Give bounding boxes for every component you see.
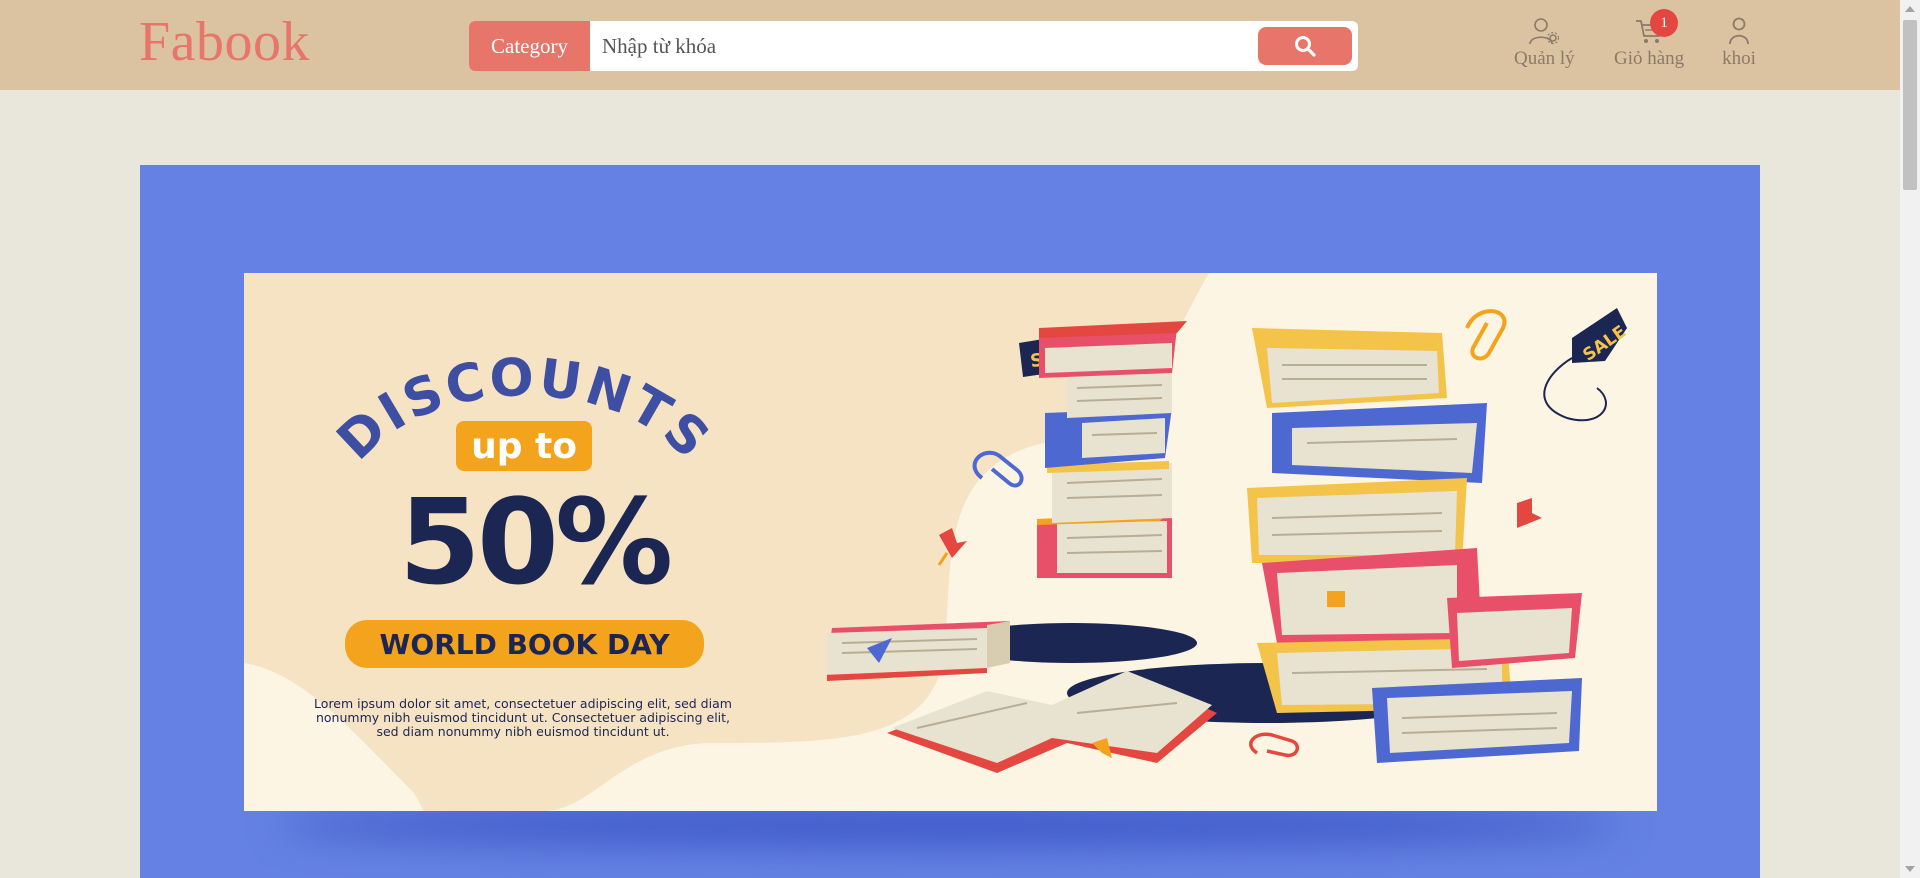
search-input[interactable] bbox=[590, 21, 1206, 71]
top-navbar: Fabook Category Quản lý 1 bbox=[0, 0, 1900, 90]
user-icon bbox=[1729, 17, 1749, 45]
sale-tag-icon: SALE bbox=[1543, 308, 1630, 422]
page-scrollbar[interactable] bbox=[1900, 0, 1920, 878]
admin-link[interactable]: Quản lý bbox=[1514, 16, 1575, 70]
search-icon bbox=[1295, 36, 1316, 57]
scroll-thumb[interactable] bbox=[1903, 20, 1917, 190]
paperclip-icon bbox=[1465, 309, 1507, 361]
search-bar: Category bbox=[469, 21, 1358, 71]
event-name: WORLD BOOK DAY bbox=[345, 620, 704, 668]
pin-icon bbox=[939, 528, 967, 558]
pin-icon bbox=[1517, 498, 1542, 528]
discount-percent: 50% bbox=[398, 473, 673, 611]
scroll-up-arrow-icon[interactable] bbox=[1905, 6, 1915, 12]
up-to-label: up to bbox=[456, 421, 592, 471]
scroll-down-arrow-icon[interactable] bbox=[1905, 866, 1915, 872]
paperclip-icon bbox=[1249, 732, 1300, 758]
user-account-link[interactable]: khoi bbox=[1722, 16, 1756, 70]
paperclip-icon bbox=[972, 450, 1024, 488]
banner-shadow bbox=[280, 805, 1620, 845]
books-illustration: SALE SALE bbox=[827, 308, 1630, 773]
cart-label: Giỏ hàng bbox=[1614, 48, 1685, 69]
cart-link[interactable]: 1 Giỏ hàng bbox=[1614, 9, 1685, 70]
banner-description: Lorem ipsum dolor sit amet, consectetuer… bbox=[314, 696, 732, 739]
promo-banner[interactable]: DISCOUNTS up to 50% WORLD BOOK DAY Lorem… bbox=[244, 273, 1657, 811]
site-logo[interactable]: Fabook bbox=[139, 10, 310, 74]
user-name: khoi bbox=[1722, 48, 1756, 69]
admin-label: Quản lý bbox=[1514, 48, 1575, 69]
user-gear-icon bbox=[1529, 18, 1560, 45]
search-button[interactable] bbox=[1258, 27, 1352, 65]
category-button[interactable]: Category bbox=[469, 21, 590, 71]
cart-count-badge: 1 bbox=[1650, 9, 1679, 37]
